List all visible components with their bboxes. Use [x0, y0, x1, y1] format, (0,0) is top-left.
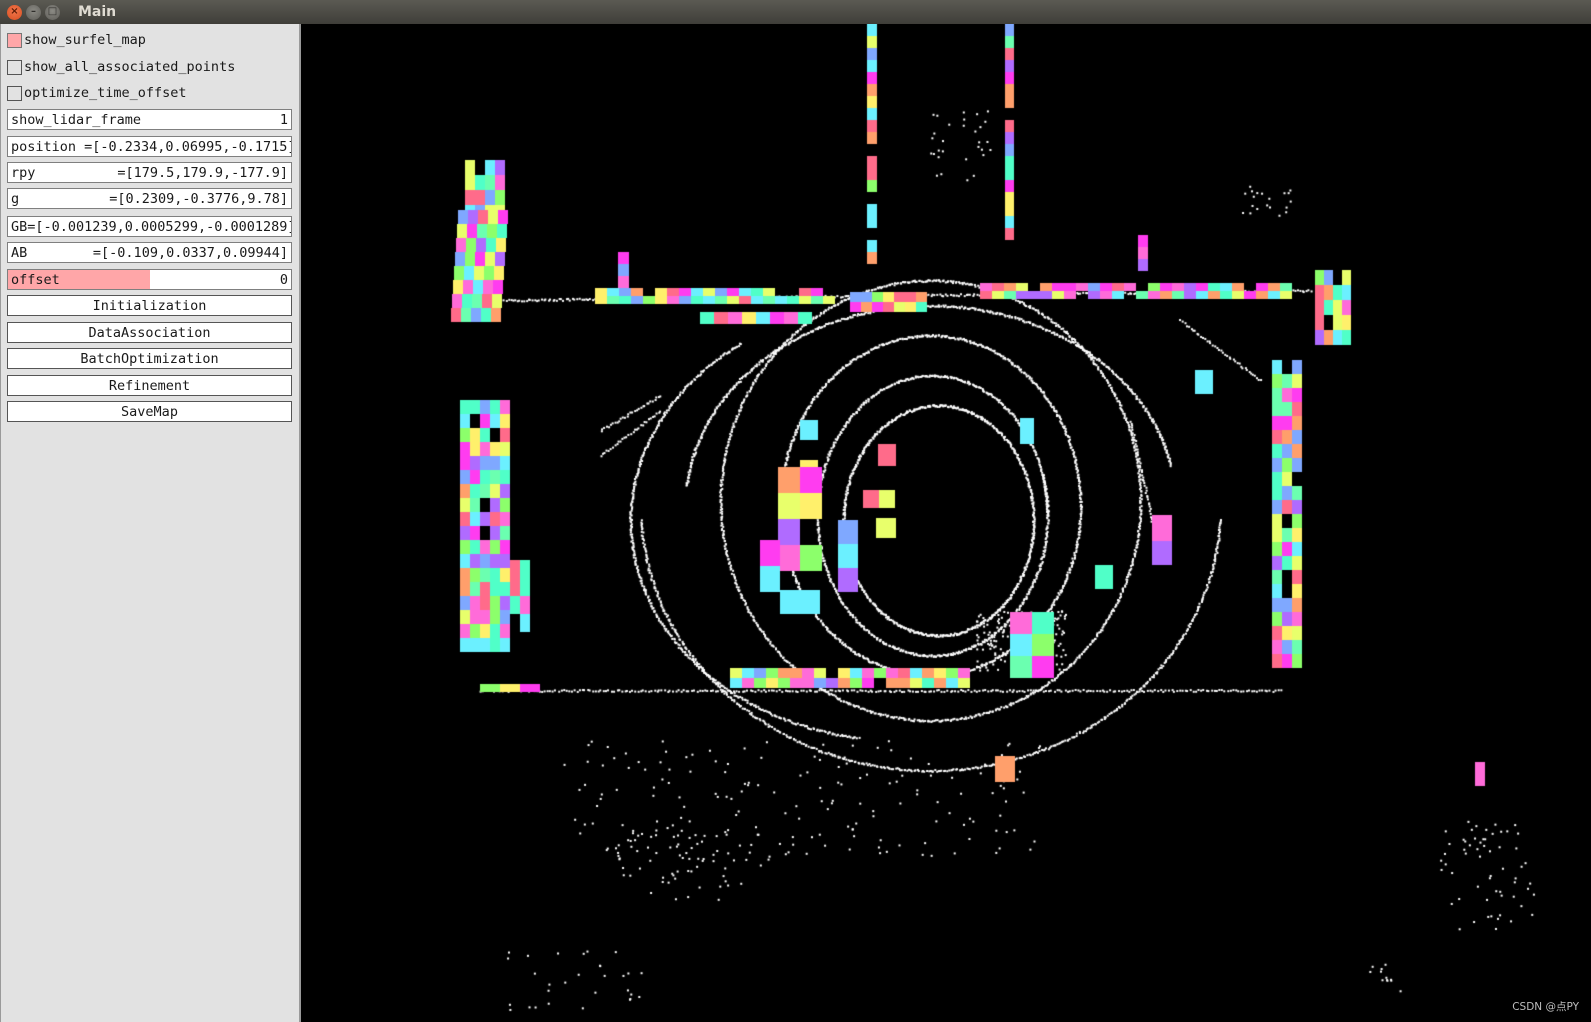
field-value[interactable]: 1	[280, 112, 288, 128]
field-gyro-bias: GB =[-0.001239,0.0005299,-0.0001289]	[7, 216, 292, 237]
window-titlebar: × – □ Main	[0, 0, 1591, 24]
field-accel-bias: AB =[-0.109,0.0337,0.09944]	[7, 242, 292, 263]
point-cloud-canvas[interactable]	[301, 24, 1591, 1022]
slider-value: 0	[279, 271, 288, 288]
checkbox-label: optimize_time_offset	[24, 85, 187, 101]
field-label: rpy	[11, 164, 36, 181]
field-label: position	[11, 138, 85, 155]
field-value: =[-0.109,0.0337,0.09944]	[92, 244, 288, 261]
checkbox-show-all-associated-points[interactable]: show_all_associated_points	[7, 57, 235, 77]
field-label: g	[11, 190, 20, 207]
field-label: show_lidar_frame	[11, 111, 142, 128]
save-map-button[interactable]: SaveMap	[7, 401, 292, 422]
point-cloud-viewport[interactable]: CSDN @点PY	[301, 24, 1591, 1022]
initialization-button[interactable]: Initialization	[7, 295, 292, 316]
field-value: =[-0.2334,0.06995,-0.1715]	[84, 138, 292, 155]
slider-label: offset	[11, 271, 60, 288]
close-icon: ×	[10, 6, 19, 17]
close-window-button[interactable]: ×	[7, 4, 22, 20]
field-label: AB	[11, 244, 28, 261]
field-value: =[179.5,179.9,-177.9]	[117, 164, 288, 181]
control-panel: show_surfel_map show_all_associated_poin…	[0, 24, 301, 1022]
data-association-button[interactable]: DataAssociation	[7, 322, 292, 343]
field-position: position =[-0.2334,0.06995,-0.1715]	[7, 136, 292, 157]
field-gravity: g =[0.2309,-0.3776,9.78]	[7, 188, 292, 209]
batch-optimization-button[interactable]: BatchOptimization	[7, 348, 292, 369]
watermark: CSDN @点PY	[1512, 1001, 1579, 1013]
field-rpy: rpy =[179.5,179.9,-177.9]	[7, 162, 292, 183]
checkbox-show-surfel-map[interactable]: show_surfel_map	[7, 30, 146, 50]
checkbox-label: show_surfel_map	[24, 32, 146, 48]
window-title: Main	[78, 4, 117, 20]
slider-offset[interactable]: offset 0	[7, 269, 292, 290]
minimize-icon: –	[31, 6, 36, 17]
checkbox-box[interactable]	[7, 59, 22, 75]
field-value: =[0.2309,-0.3776,9.78]	[109, 190, 288, 207]
checkbox-box[interactable]	[7, 32, 22, 48]
field-value: =[-0.001239,0.0005299,-0.0001289]	[27, 218, 292, 235]
checkbox-box[interactable]	[7, 85, 22, 101]
field-label: GB	[11, 218, 28, 235]
checkbox-optimize-time-offset[interactable]: optimize_time_offset	[7, 83, 187, 103]
checkbox-label: show_all_associated_points	[24, 59, 236, 75]
refinement-button[interactable]: Refinement	[7, 375, 292, 396]
maximize-window-button[interactable]: □	[45, 4, 60, 20]
minimize-window-button[interactable]: –	[26, 4, 41, 20]
maximize-icon: □	[47, 6, 58, 17]
field-show-lidar-frame[interactable]: show_lidar_frame 1	[7, 109, 292, 130]
